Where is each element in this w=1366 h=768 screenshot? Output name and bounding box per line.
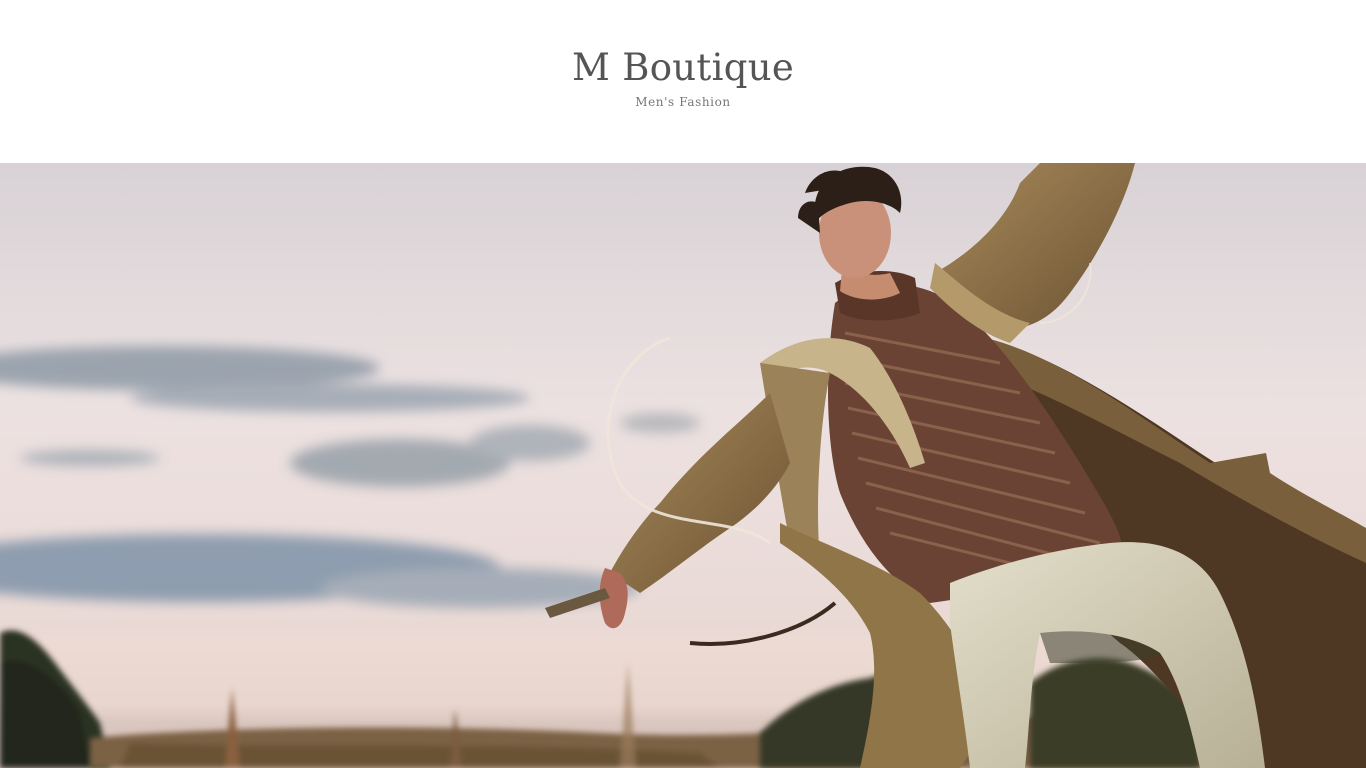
hero-banner [0,163,1366,768]
site-tagline: Men's Fashion [635,95,731,109]
site-title[interactable]: M Boutique [0,44,1366,92]
hero-photo [0,163,1366,768]
site-header: M Boutique Men's Fashion [0,0,1366,163]
